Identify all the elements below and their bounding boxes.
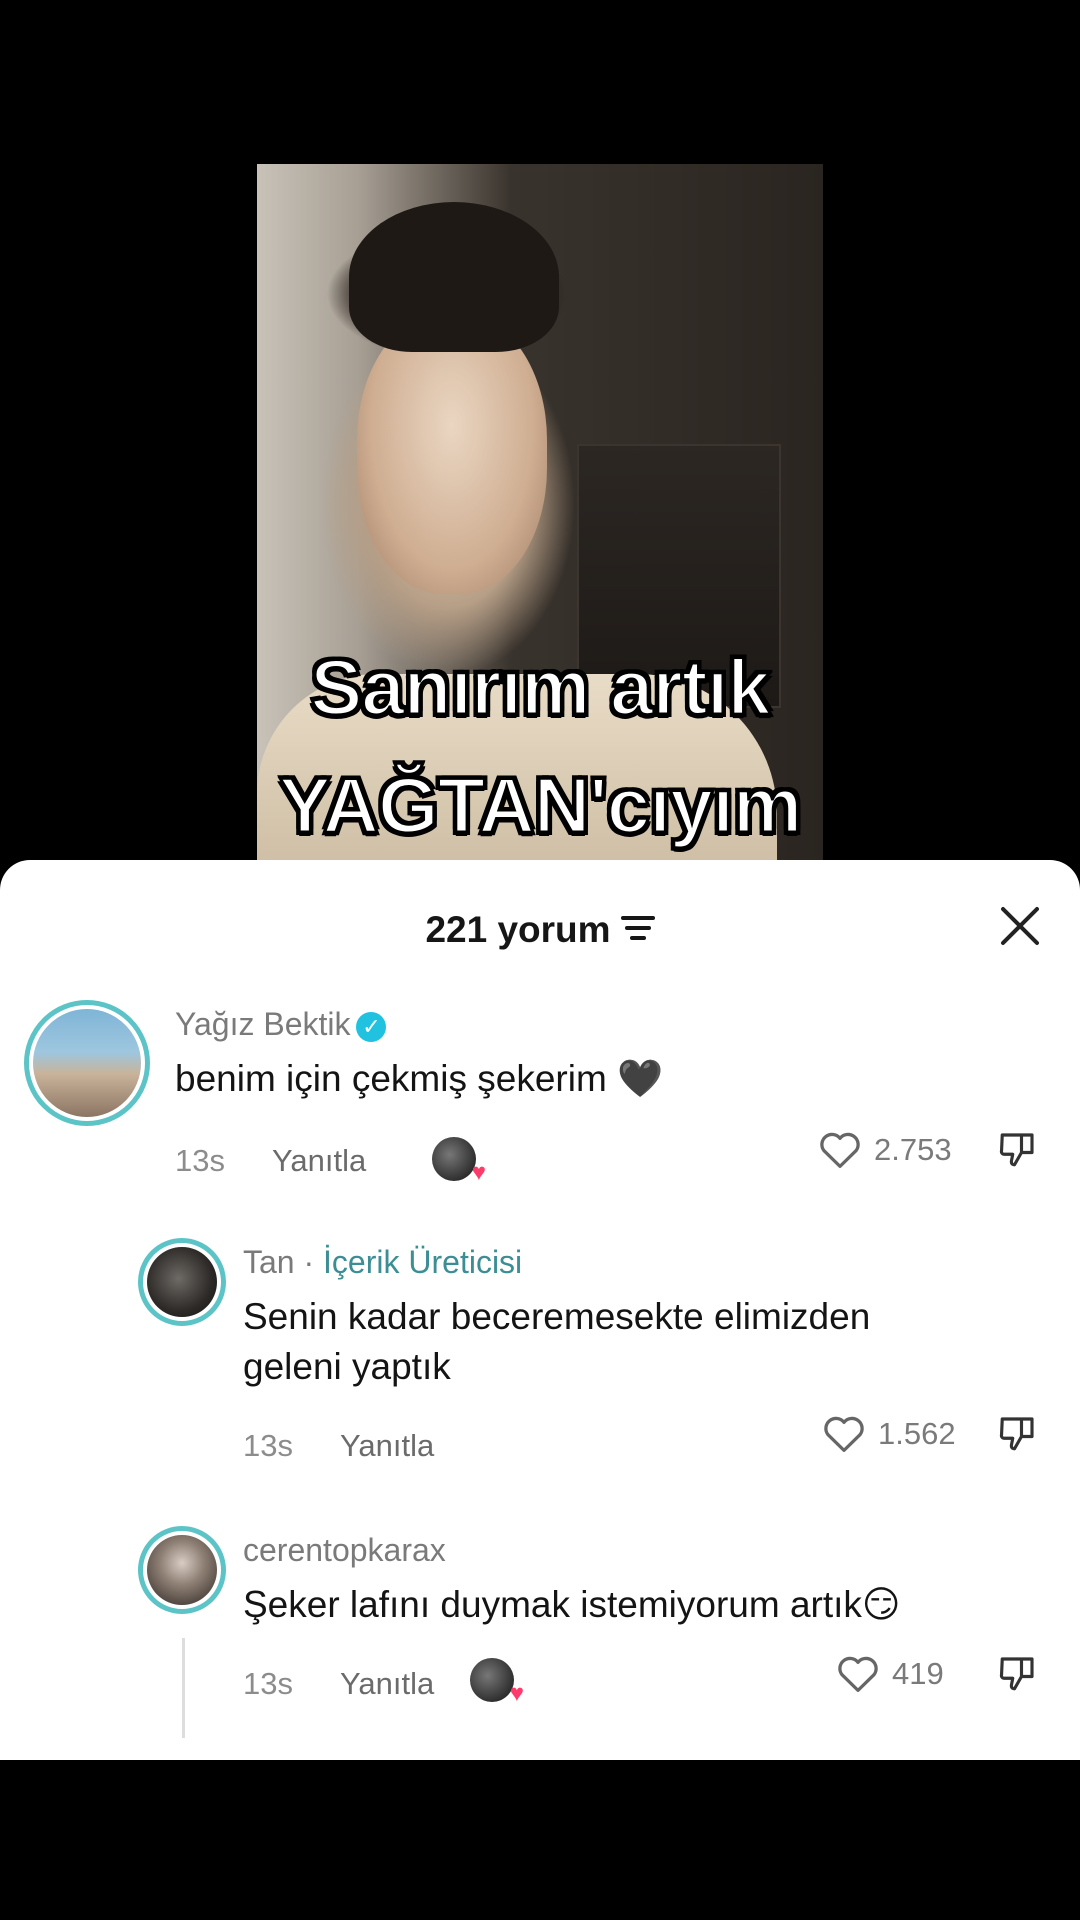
verified-badge-icon: ✓ [356, 1011, 387, 1042]
comments-header: 221 yorum [0, 900, 1080, 960]
caption-line-2: YAĞTAN'cıyım [277, 760, 803, 851]
comment-time: 13s [243, 1428, 293, 1463]
creator-heart-icon: ♥ [471, 1159, 486, 1186]
creator-liked-avatar: ♥ [470, 1658, 524, 1707]
comment-text: Şeker lafını duymak istemiyorum artık😏 [243, 1584, 901, 1625]
creator-role-tag: İçerik Üreticisi [323, 1244, 523, 1280]
caption-line-1: Sanırım artık [309, 642, 773, 733]
comment-username[interactable]: Yağız Bektik ✓ [175, 1006, 387, 1043]
dislike-icon[interactable] [996, 1652, 1040, 1694]
video-caption: Sanırım artık YAĞTAN'cıyım [0, 628, 1080, 864]
heart-icon[interactable] [818, 1130, 862, 1170]
heart-icon[interactable] [822, 1414, 866, 1454]
creator-heart-icon: ♥ [509, 1680, 524, 1707]
dislike-icon[interactable] [996, 1128, 1040, 1170]
reply-button[interactable]: Yanıtla [272, 1143, 366, 1179]
avatar[interactable] [138, 1526, 226, 1614]
comment-time: 13s [175, 1143, 225, 1178]
comment-text: Senin kadar beceremesekte elimizden gele… [243, 1292, 870, 1392]
creator-liked-avatar: ♥ [432, 1137, 486, 1186]
close-x-icon[interactable] [996, 902, 1044, 950]
person-hair [349, 202, 559, 352]
comment-text-line-1: Senin kadar beceremesekte elimizden [243, 1296, 871, 1337]
person-face [357, 314, 547, 594]
avatar[interactable] [24, 1000, 150, 1126]
heart-icon[interactable] [836, 1654, 880, 1694]
username-text[interactable]: Tan [243, 1244, 295, 1280]
comments-sheet: 221 yorum Yağız Bektik ✓ benim için çekmi… [0, 860, 1080, 1760]
like-count: 2.753 [874, 1132, 952, 1167]
comment-text-line-2: geleni yaptık [243, 1346, 451, 1387]
comment-username[interactable]: cerentopkarax [243, 1532, 446, 1569]
reply-button[interactable]: Yanıtla [340, 1428, 434, 1464]
avatar[interactable] [138, 1238, 226, 1326]
bottom-black-bar [0, 1760, 1080, 1920]
username-text[interactable]: Yağız Bektik [175, 1006, 350, 1042]
filter-lines-icon[interactable] [620, 916, 655, 942]
comment-time: 13s [243, 1666, 293, 1701]
dislike-icon[interactable] [996, 1412, 1040, 1454]
reply-button[interactable]: Yanıtla [340, 1666, 434, 1702]
like-count: 1.562 [878, 1416, 956, 1451]
thread-line [182, 1638, 185, 1738]
comment-username: Tan · İçerik Üreticisi [243, 1244, 522, 1281]
comment-count: 221 yorum [425, 909, 611, 950]
like-count: 419 [892, 1656, 944, 1691]
username-separator: · [294, 1244, 324, 1280]
comment-text: benim için çekmiş şekerim 🖤 [175, 1058, 664, 1099]
